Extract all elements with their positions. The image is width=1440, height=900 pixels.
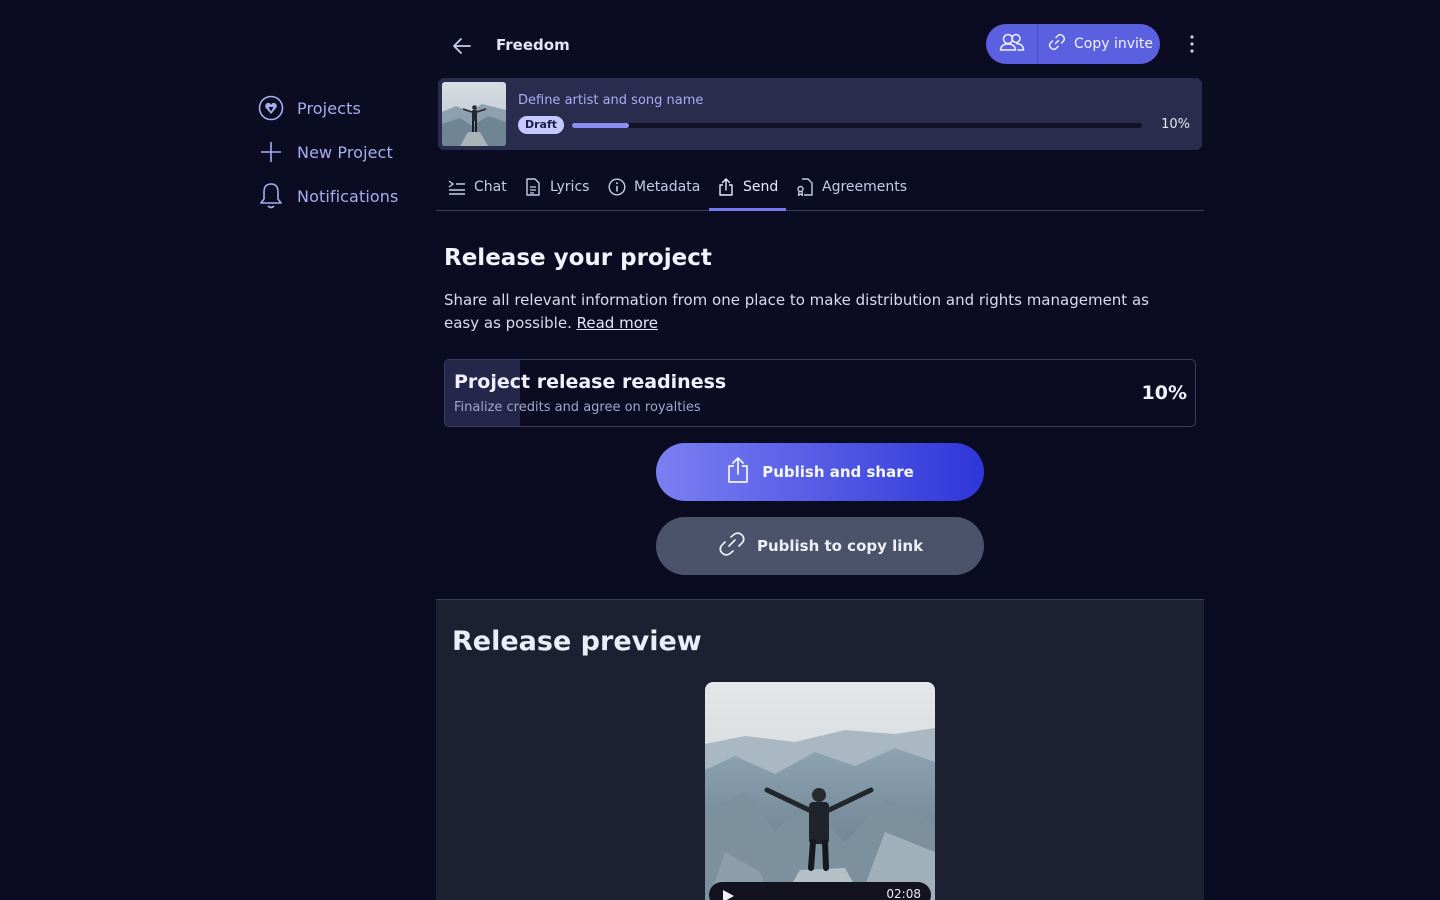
cover-image [705, 682, 935, 900]
invite-button-group: Copy invite [986, 24, 1160, 64]
preview-cover-card[interactable]: 02:08 [705, 682, 935, 900]
logo-heart-icon [257, 94, 285, 122]
more-options-icon[interactable] [1182, 34, 1202, 54]
tab-chat[interactable]: Chat [440, 164, 515, 210]
bell-icon [257, 182, 285, 210]
tab-lyrics[interactable]: Lyrics [516, 164, 597, 210]
copy-invite-label: Copy invite [1074, 36, 1154, 52]
info-icon [608, 178, 626, 196]
project-status-card[interactable]: Define artist and song name Draft 10% [438, 78, 1202, 150]
publish-and-share-button[interactable]: Publish and share [656, 443, 984, 501]
progress-percent: 10% [1161, 117, 1190, 132]
status-title: Define artist and song name [518, 93, 704, 108]
publish-copy-link-label: Publish to copy link [756, 537, 924, 555]
read-more-link[interactable]: Read more [577, 314, 658, 332]
readiness-title: Project release readiness [454, 371, 727, 393]
copy-invite-button[interactable]: Copy invite [1038, 24, 1160, 64]
tab-label: Agreements [822, 179, 908, 195]
release-preview-heading: Release preview [452, 626, 702, 657]
publish-copy-link-button[interactable]: Publish to copy link [656, 517, 984, 575]
tab-label: Chat [474, 179, 507, 195]
play-icon[interactable] [721, 888, 735, 900]
sidebar-item-label: Notifications [297, 186, 399, 206]
sidebar: Projects New Project Notifications [257, 94, 427, 226]
release-description: Share all relevant information from one … [444, 289, 1184, 335]
tab-label: Send [743, 179, 779, 195]
tab-bar: Chat Lyrics Metadata Send Agreements [436, 164, 1204, 211]
tab-label: Metadata [634, 179, 701, 195]
release-readiness-card: Project release readiness Finalize credi… [444, 359, 1196, 427]
release-description-text: Share all relevant information from one … [444, 291, 1149, 332]
back-arrow-icon[interactable] [450, 34, 474, 58]
collaborators-button[interactable] [986, 24, 1038, 64]
readiness-subtitle: Finalize credits and agree on royalties [454, 400, 701, 415]
readiness-percent: 10% [1141, 382, 1187, 404]
link-icon [717, 531, 747, 561]
chat-lines-icon [448, 178, 466, 196]
publish-and-share-label: Publish and share [762, 463, 914, 481]
readiness-progress-fill [445, 360, 520, 426]
main-panel: Freedom Copy invite Define artist and so… [436, 0, 1204, 900]
release-preview-section: Release preview 02:08 [436, 599, 1204, 900]
sidebar-item-notifications[interactable]: Notifications [257, 182, 427, 210]
progress-bar [572, 123, 1142, 128]
project-title: Freedom [496, 36, 570, 54]
sidebar-item-label: New Project [297, 142, 393, 162]
progress-bar-fill [572, 123, 629, 128]
people-icon [999, 32, 1025, 56]
link-icon [1048, 33, 1066, 55]
release-heading: Release your project [444, 245, 712, 271]
sidebar-item-label: Projects [297, 98, 361, 118]
cover-thumbnail [442, 82, 506, 146]
track-duration: 02:08 [886, 887, 921, 900]
sidebar-item-projects[interactable]: Projects [257, 94, 427, 122]
document-icon [524, 178, 542, 196]
share-icon [717, 178, 735, 196]
tab-agreements[interactable]: Agreements [788, 164, 915, 210]
audio-player: 02:08 [709, 882, 931, 900]
agreement-icon [796, 178, 814, 196]
tab-label: Lyrics [550, 179, 590, 195]
tab-send[interactable]: Send [709, 164, 787, 211]
status-badge: Draft [518, 116, 565, 134]
share-icon [726, 456, 750, 488]
plus-icon [257, 138, 285, 166]
sidebar-item-new-project[interactable]: New Project [257, 138, 427, 166]
tab-metadata[interactable]: Metadata [600, 164, 708, 210]
top-bar: Freedom Copy invite [436, 22, 1204, 66]
